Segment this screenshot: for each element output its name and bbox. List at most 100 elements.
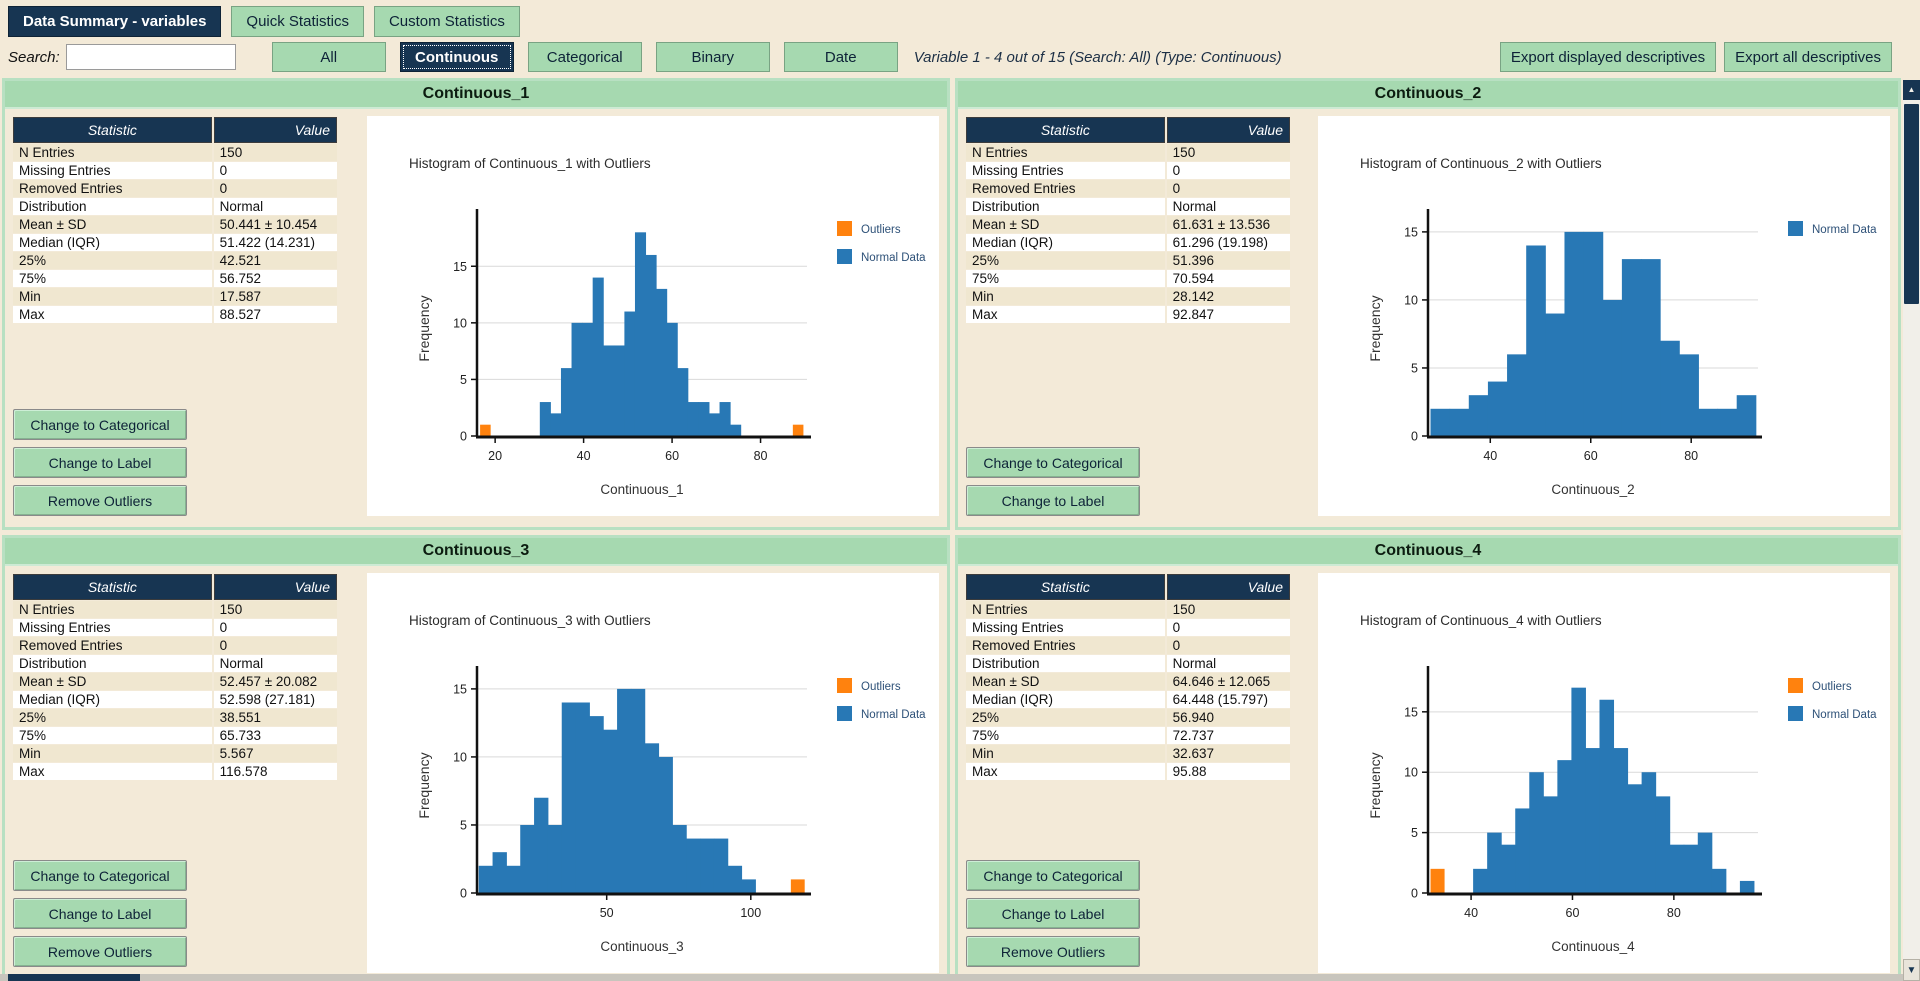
x-tick-label: 40	[577, 449, 591, 463]
stat-row: 75%70.594	[966, 270, 1290, 287]
stat-label: Max	[13, 763, 212, 780]
scroll-up-icon[interactable]: ▲	[1903, 80, 1920, 100]
histogram-bar	[1545, 314, 1565, 436]
histogram-bar	[548, 825, 562, 893]
vertical-scrollbar[interactable]: ▲ ▼	[1903, 80, 1920, 981]
stat-row: 75%72.737	[966, 727, 1290, 744]
histogram-bar	[1599, 700, 1614, 893]
stat-row: Median (IQR)61.296 (19.198)	[966, 234, 1290, 251]
filter-button-date[interactable]: Date	[784, 42, 898, 72]
change-to-label-button[interactable]: Change to Label	[966, 898, 1140, 929]
horizontal-scrollbar-thumb[interactable]	[8, 974, 140, 981]
y-tick-label: 0	[460, 430, 467, 444]
x-tick-label: 40	[1483, 449, 1497, 463]
histogram-bar	[1679, 354, 1699, 436]
stat-label: Removed Entries	[966, 637, 1165, 654]
tab-data-summary-variables[interactable]: Data Summary - variables	[8, 6, 221, 37]
histogram-bar	[1571, 688, 1586, 893]
search-input[interactable]	[66, 44, 236, 70]
histogram-bar	[1526, 245, 1546, 436]
histogram-bar	[520, 825, 534, 893]
stat-row: Removed Entries0	[966, 180, 1290, 197]
stat-value: 65.733	[214, 727, 337, 744]
stat-label: Max	[966, 763, 1165, 780]
remove-outliers-button[interactable]: Remove Outliers	[966, 936, 1140, 967]
stat-label: Removed Entries	[966, 180, 1165, 197]
change-to-label-button[interactable]: Change to Label	[13, 898, 187, 929]
legend-swatch-outliers	[1788, 678, 1803, 693]
stat-value: 150	[214, 601, 337, 618]
export-all-descriptives-button[interactable]: Export all descriptives	[1724, 42, 1892, 72]
export-displayed-descriptives-button[interactable]: Export displayed descriptives	[1500, 42, 1716, 72]
histogram-bar	[1698, 409, 1718, 436]
stat-row: Missing Entries0	[13, 619, 337, 636]
histogram-bar	[1501, 845, 1516, 893]
x-tick-label: 40	[1464, 906, 1478, 920]
histogram-bar	[1670, 845, 1685, 893]
stat-label: Missing Entries	[13, 162, 212, 179]
chart-title: Histogram of Continuous_2 with Outliers	[1360, 156, 1602, 171]
vertical-scrollbar-thumb[interactable]	[1904, 104, 1919, 304]
stat-row: N Entries150	[13, 601, 337, 618]
y-tick-label: 10	[453, 750, 467, 764]
stat-row: Missing Entries0	[966, 619, 1290, 636]
legend-swatch-outliers	[837, 678, 852, 693]
stat-row: 75%56.752	[13, 270, 337, 287]
stat-value: 5.567	[214, 745, 337, 762]
stat-table: Statistic Value N Entries150Missing Entr…	[11, 116, 339, 324]
change-to-label-button[interactable]: Change to Label	[966, 485, 1140, 516]
remove-outliers-button[interactable]: Remove Outliers	[13, 936, 187, 967]
stat-row: Min32.637	[966, 745, 1290, 762]
panel-body: Statistic Value N Entries150Missing Entr…	[958, 109, 1898, 527]
filter-button-categorical[interactable]: Categorical	[528, 42, 642, 72]
variable-panel-continuous-1: Continuous_1 Statistic Value N Entries15…	[2, 78, 950, 530]
histogram-bar	[742, 879, 756, 893]
value-column-header: Value	[214, 574, 337, 600]
stat-value: 64.448 (15.797)	[1167, 691, 1290, 708]
histogram-bar	[1641, 259, 1661, 436]
histogram-bar	[677, 368, 688, 436]
scroll-down-icon[interactable]: ▼	[1903, 959, 1920, 981]
histogram-bar	[1487, 833, 1502, 893]
horizontal-scrollbar[interactable]	[0, 974, 1903, 981]
histogram-bar	[720, 402, 731, 436]
tab-quick-statistics[interactable]: Quick Statistics	[231, 6, 364, 37]
histogram-bar	[698, 402, 709, 436]
stat-label: Mean ± SD	[966, 673, 1165, 690]
stat-column-header: Statistic	[966, 574, 1165, 600]
histogram-bar	[686, 839, 700, 893]
stat-label: Missing Entries	[966, 162, 1165, 179]
histogram-bar	[659, 757, 673, 893]
stat-value: 56.940	[1167, 709, 1290, 726]
change-to-categorical-button[interactable]: Change to Categorical	[966, 447, 1140, 478]
histogram-bar	[1603, 300, 1623, 436]
stat-row: N Entries150	[966, 601, 1290, 618]
stat-label: 75%	[966, 270, 1165, 287]
stat-value: 150	[214, 144, 337, 161]
stat-label: Mean ± SD	[966, 216, 1165, 233]
x-tick-label: 100	[740, 906, 761, 920]
change-to-categorical-button[interactable]: Change to Categorical	[13, 409, 187, 440]
histogram-bar	[534, 798, 548, 893]
histogram-bar	[672, 825, 686, 893]
stat-value: 72.737	[1167, 727, 1290, 744]
stat-value: 38.551	[214, 709, 337, 726]
tab-custom-statistics[interactable]: Custom Statistics	[374, 6, 520, 37]
histogram-bar	[1473, 869, 1488, 893]
stat-value: 52.598 (27.181)	[214, 691, 337, 708]
change-to-categorical-button[interactable]: Change to Categorical	[966, 860, 1140, 891]
change-to-label-button[interactable]: Change to Label	[13, 447, 187, 478]
y-axis-label: Frequency	[416, 295, 432, 361]
filter-button-all[interactable]: All	[272, 42, 386, 72]
y-tick-label: 10	[1404, 766, 1418, 780]
change-to-categorical-button[interactable]: Change to Categorical	[13, 860, 187, 891]
stat-row: Min17.587	[13, 288, 337, 305]
stat-row: 25%56.940	[966, 709, 1290, 726]
filter-button-binary[interactable]: Binary	[656, 42, 770, 72]
stat-value: 52.457 ± 20.082	[214, 673, 337, 690]
filter-button-continuous[interactable]: Continuous	[400, 42, 514, 72]
y-axis-label: Frequency	[1367, 295, 1383, 361]
y-axis-label: Frequency	[1367, 752, 1383, 818]
x-axis-label: Continuous_2	[1551, 482, 1634, 497]
remove-outliers-button[interactable]: Remove Outliers	[13, 485, 187, 516]
